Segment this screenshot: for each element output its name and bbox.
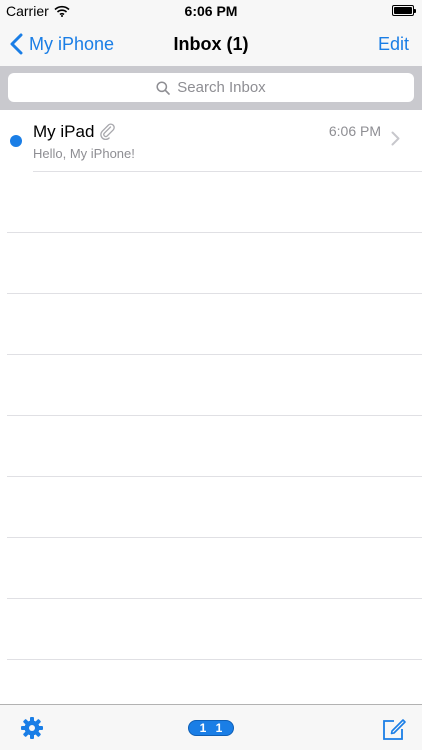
- message-time: 6:06 PM: [328, 123, 381, 139]
- message-sender: My iPad: [33, 122, 116, 142]
- edit-button[interactable]: Edit: [378, 22, 409, 66]
- row-separator: [33, 171, 422, 172]
- counter-left: 1: [199, 721, 207, 735]
- search-icon: [156, 80, 171, 95]
- gear-icon: [21, 717, 43, 739]
- battery-fill: [394, 7, 412, 14]
- message-list: My iPad 6:06 PM Hello, My iPhone!: [0, 110, 422, 704]
- row-separator: [7, 293, 422, 294]
- chevron-right-icon: [391, 131, 400, 146]
- unread-indicator: [10, 135, 22, 147]
- search-placeholder: Search Inbox: [177, 79, 266, 96]
- search-bar: Search Inbox: [0, 66, 422, 110]
- row-separator: [7, 476, 422, 477]
- message-row[interactable]: My iPad 6:06 PM Hello, My iPhone!: [0, 110, 422, 171]
- battery-icon: [392, 5, 416, 16]
- counter-right: 1: [215, 721, 223, 735]
- search-input[interactable]: Search Inbox: [8, 73, 414, 102]
- row-separator: [7, 415, 422, 416]
- bottom-toolbar: 1 1: [0, 704, 422, 750]
- settings-button[interactable]: [20, 716, 44, 740]
- battery-tip: [414, 9, 416, 13]
- status-bar: Carrier 6:06 PM: [0, 0, 422, 22]
- navigation-bar: My iPhone Inbox (1) Edit: [0, 22, 422, 66]
- message-preview: Hello, My iPhone!: [33, 146, 135, 161]
- message-counter-badge: 1 1: [188, 720, 234, 736]
- paperclip-icon: [100, 123, 116, 141]
- row-separator: [7, 232, 422, 233]
- row-separator: [7, 659, 422, 660]
- row-separator: [7, 354, 422, 355]
- compose-button[interactable]: [381, 716, 407, 742]
- compose-icon: [383, 719, 406, 740]
- row-separator: [7, 537, 422, 538]
- page-title: Inbox (1): [173, 34, 249, 54]
- message-sender-name: My iPad: [33, 122, 95, 141]
- row-separator: [7, 598, 422, 599]
- status-time: 6:06 PM: [184, 3, 238, 19]
